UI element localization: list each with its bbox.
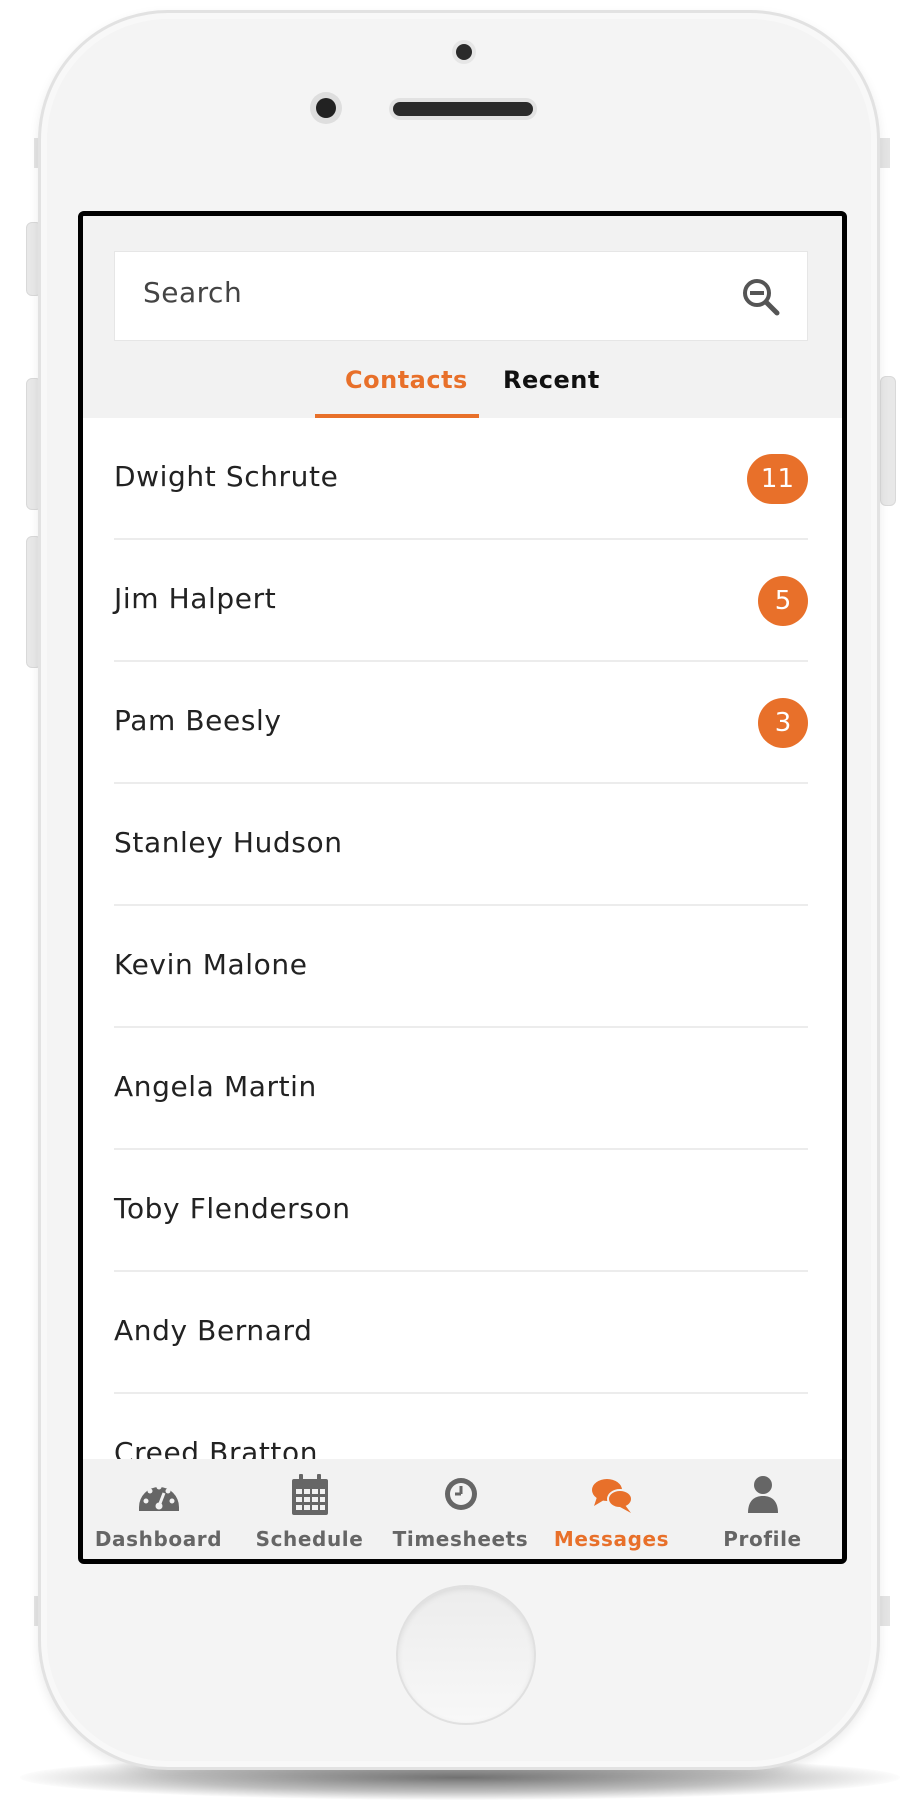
contact-row[interactable]: Jim Halpert 5: [114, 540, 808, 662]
unread-badge: 11: [746, 454, 808, 504]
phone-speaker: [393, 102, 533, 116]
unread-badge: 3: [758, 698, 808, 748]
nav-label: Schedule: [255, 1527, 364, 1551]
contact-row[interactable]: Kevin Malone: [114, 906, 808, 1028]
contact-row[interactable]: Stanley Hudson: [114, 784, 808, 906]
tab-contacts[interactable]: Contacts: [345, 366, 468, 394]
contact-name: Pam Beesly: [114, 704, 282, 737]
nav-label: Messages: [553, 1527, 670, 1551]
home-button[interactable]: [396, 1585, 536, 1725]
contact-name: Stanley Hudson: [114, 826, 343, 859]
nav-messages[interactable]: Messages: [536, 1459, 687, 1559]
chat-bubbles-icon: [591, 1479, 633, 1513]
contact-row[interactable]: Pam Beesly 3: [114, 662, 808, 784]
search-placeholder: Search: [143, 276, 243, 309]
nav-label: Dashboard: [94, 1527, 223, 1551]
contact-list: Dwight Schrute 11 Jim Halpert 5 Pam Bees…: [114, 418, 808, 1516]
contact-name: Jim Halpert: [114, 582, 277, 615]
tab-recent[interactable]: Recent: [503, 366, 600, 394]
phone-screen: Search Contacts Recent Dwight Schrute 11…: [78, 211, 847, 1564]
clock-icon: [444, 1478, 477, 1510]
dashboard-gauge-icon: [138, 1484, 179, 1511]
contact-name: Andy Bernard: [114, 1314, 313, 1347]
search-icon[interactable]: [741, 277, 781, 317]
nav-schedule[interactable]: Schedule: [234, 1459, 385, 1559]
search-field[interactable]: Search: [114, 251, 808, 341]
contact-row[interactable]: Angela Martin: [114, 1028, 808, 1150]
contact-name: Angela Martin: [114, 1070, 317, 1103]
nav-timesheets[interactable]: Timesheets: [385, 1459, 536, 1559]
calendar-icon: [291, 1474, 328, 1515]
phone-power-button: [880, 376, 896, 506]
bottom-nav: Dashboard Schedule Timesheets Messages P…: [83, 1459, 842, 1559]
contact-name: Dwight Schrute: [114, 460, 339, 493]
phone-camera: [316, 98, 336, 118]
contact-row[interactable]: Andy Bernard: [114, 1272, 808, 1394]
user-icon: [747, 1476, 778, 1513]
header-area: Search Contacts Recent: [83, 216, 842, 418]
contact-name: Toby Flenderson: [114, 1192, 351, 1225]
unread-badge: 5: [758, 576, 808, 626]
contact-row[interactable]: Dwight Schrute 11: [114, 418, 808, 540]
nav-label: Timesheets: [392, 1527, 529, 1551]
nav-label: Profile: [723, 1527, 802, 1551]
phone-sensor: [456, 44, 472, 60]
nav-profile[interactable]: Profile: [687, 1459, 838, 1559]
contact-row[interactable]: Toby Flenderson: [114, 1150, 808, 1272]
contact-name: Kevin Malone: [114, 948, 308, 981]
nav-dashboard[interactable]: Dashboard: [83, 1459, 234, 1559]
